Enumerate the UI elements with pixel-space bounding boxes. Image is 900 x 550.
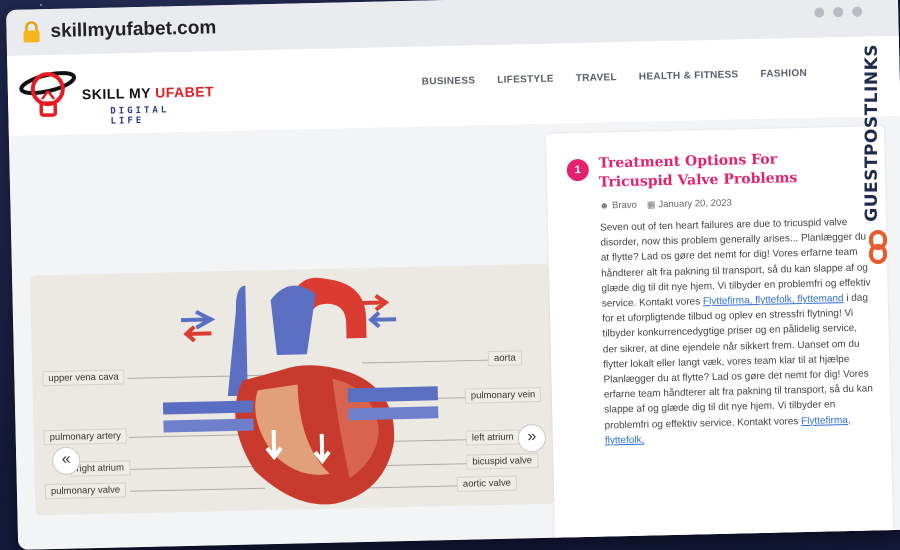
- nav-fashion[interactable]: FASHION: [760, 68, 807, 80]
- label-aortic-valve: aortic valve: [456, 475, 518, 492]
- nav-lifestyle[interactable]: LIFESTYLE: [497, 74, 554, 86]
- post-date: ▦ January 20, 2023: [647, 198, 732, 211]
- label-bicuspid-valve: bicuspid valve: [466, 453, 539, 470]
- address-bar-url[interactable]: skillmyufabet.com: [50, 17, 216, 43]
- window-dot-1[interactable]: [814, 7, 825, 18]
- nav-health-fitness[interactable]: HEALTH & FITNESS: [639, 69, 739, 82]
- featured-image-heart-diagram: upper vena cava pulmonary artery right a…: [30, 263, 556, 516]
- label-aorta: aorta: [487, 350, 522, 367]
- label-upper-vena-cava: upper vena cava: [42, 369, 125, 387]
- bulb-logo-icon: [19, 71, 77, 117]
- website: SKILL MY UFABET DIGITAL LIFE BUSINESS LI…: [7, 35, 900, 550]
- window-dot-3[interactable]: [852, 6, 863, 17]
- label-pulmonary-valve: pulmonary valve: [44, 482, 127, 500]
- moving-company-link-1[interactable]: Flyttefirma, flyttefolk, flyttemand: [703, 293, 844, 307]
- browser-window: skillmyufabet.com SKILL MY UFABET DIGITA…: [6, 0, 900, 550]
- main-content: upper vena cava pulmonary artery right a…: [9, 116, 900, 550]
- post-meta: ☻ Bravo ▦ January 20, 2023: [599, 198, 731, 212]
- date-text: January 20, 2023: [658, 197, 732, 211]
- watermark-text: GUESTPOSTLINKS: [862, 44, 882, 222]
- nav-travel[interactable]: TRAVEL: [576, 72, 617, 84]
- author-name: Bravo: [611, 199, 638, 212]
- post-author[interactable]: ☻ Bravo: [599, 200, 637, 212]
- lock-icon: [23, 21, 40, 43]
- post-excerpt: Seven out of ten heart failures are due …: [600, 214, 875, 448]
- nav-business[interactable]: BUSINESS: [422, 75, 476, 87]
- label-pulmonary-artery: pulmonary artery: [43, 428, 128, 446]
- site-logo[interactable]: SKILL MY UFABET DIGITAL LIFE: [17, 61, 214, 127]
- logo-tagline: DIGITAL LIFE: [110, 105, 170, 127]
- user-icon: ☻: [599, 200, 610, 211]
- logo-name: SKILL MY UFABET: [81, 83, 215, 103]
- calendar-icon: ▦: [646, 199, 656, 210]
- main-navigation: BUSINESS LIFESTYLE TRAVEL HEALTH & FITNE…: [422, 68, 808, 88]
- post-number-badge: 1: [566, 158, 590, 182]
- post-title-link[interactable]: Treatment Options For Tricuspid Valve Pr…: [598, 149, 849, 193]
- guestpostlinks-watermark: GUESTPOSTLINKS: [862, 44, 896, 268]
- window-dot-2[interactable]: [833, 7, 844, 18]
- link-chain-icon: [869, 230, 887, 264]
- label-pulmonary-vein: pulmonary vein: [464, 386, 542, 404]
- window-controls: [814, 6, 863, 18]
- label-left-atrium: left atrium: [465, 429, 520, 446]
- popular-posts-sidebar: 1 Treatment Options For Tricuspid Valve …: [545, 126, 894, 550]
